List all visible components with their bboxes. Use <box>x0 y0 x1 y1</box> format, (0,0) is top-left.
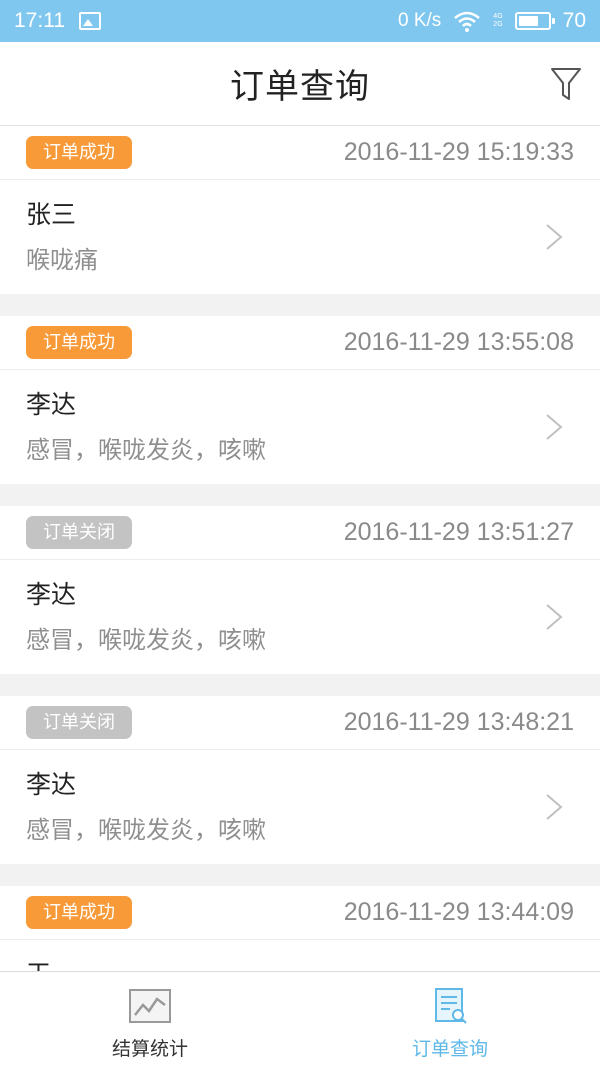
signal-icon: 4G 2G <box>493 13 502 29</box>
order-status-badge: 订单关闭 <box>26 706 132 739</box>
order-card-body[interactable]: 张三 喉咙痛 <box>0 180 600 294</box>
tab-label: 订单查询 <box>411 1038 488 1060</box>
order-card: 订单成功 2016-11-29 13:44:09 王 <box>0 886 600 971</box>
order-card-header: 订单成功 2016-11-29 13:44:09 <box>0 886 600 940</box>
page-title: 订单查询 <box>230 67 370 107</box>
order-card: 订单关闭 2016-11-29 13:51:27 李达 感冒，喉咙发炎，咳嗽 <box>0 506 600 674</box>
customer-name: 李达 <box>26 770 77 799</box>
order-card-body[interactable]: 李达 感冒，喉咙发炎，咳嗽 <box>0 750 600 864</box>
customer-name: 王 <box>26 958 574 971</box>
order-time: 2016-11-29 13:44:09 <box>343 898 574 926</box>
network-type-top: 4G <box>493 13 503 20</box>
chart-icon <box>129 989 171 1023</box>
order-card-body[interactable]: 李达 感冒，喉咙发炎，咳嗽 <box>0 370 600 484</box>
tab-label: 结算统计 <box>111 1038 188 1060</box>
chevron-right-icon <box>546 414 563 440</box>
order-symptoms: 感冒，喉咙发炎，咳嗽 <box>26 626 266 654</box>
status-time: 17:11 <box>14 9 65 32</box>
tab-order-query[interactable]: 订单查询 <box>300 972 600 1067</box>
order-card-body[interactable]: 李达 感冒，喉咙发炎，咳嗽 <box>0 560 600 674</box>
app-header: 订单查询 <box>0 42 600 126</box>
order-card-header: 订单成功 2016-11-29 15:19:33 <box>0 126 600 180</box>
order-status-badge: 订单成功 <box>26 136 132 169</box>
chevron-right-icon <box>546 224 563 250</box>
chevron-right-icon <box>546 794 563 820</box>
image-notification-icon <box>79 12 101 30</box>
battery-percent: 70 <box>562 9 586 32</box>
chevron-right-icon <box>546 604 563 630</box>
order-time: 2016-11-29 15:19:33 <box>343 138 574 166</box>
order-symptoms: 感冒，喉咙发炎，咳嗽 <box>26 816 266 844</box>
document-search-icon <box>435 988 467 1024</box>
order-card-header: 订单关闭 2016-11-29 13:48:21 <box>0 696 600 750</box>
order-time: 2016-11-29 13:51:27 <box>343 518 574 546</box>
network-speed: 0 K/s <box>397 10 442 31</box>
order-card-header: 订单关闭 2016-11-29 13:51:27 <box>0 506 600 560</box>
bottom-tab-bar: 结算统计 订单查询 <box>0 971 600 1067</box>
battery-icon <box>514 12 555 30</box>
order-card-body[interactable]: 王 <box>0 940 600 971</box>
order-card-header: 订单成功 2016-11-29 13:55:08 <box>0 316 600 370</box>
customer-name: 张三 <box>26 200 77 229</box>
customer-name: 李达 <box>26 580 77 609</box>
order-time: 2016-11-29 13:48:21 <box>343 708 574 736</box>
wifi-icon <box>454 11 481 32</box>
order-card: 订单成功 2016-11-29 15:19:33 张三 喉咙痛 <box>0 126 600 294</box>
customer-name: 李达 <box>26 390 77 419</box>
tab-settlement-stats[interactable]: 结算统计 <box>0 972 300 1067</box>
order-card: 订单关闭 2016-11-29 13:48:21 李达 感冒，喉咙发炎，咳嗽 <box>0 696 600 864</box>
order-status-badge: 订单成功 <box>26 896 132 929</box>
order-list: 订单成功 2016-11-29 15:19:33 张三 喉咙痛 订单成功 201… <box>0 126 600 971</box>
order-status-badge: 订单成功 <box>26 326 132 359</box>
order-symptoms: 感冒，喉咙发炎，咳嗽 <box>26 436 266 464</box>
status-bar: 17:11 0 K/s 4G 2G 70 <box>0 0 600 42</box>
order-time: 2016-11-29 13:55:08 <box>343 328 574 356</box>
order-card: 订单成功 2016-11-29 13:55:08 李达 感冒，喉咙发炎，咳嗽 <box>0 316 600 484</box>
order-symptoms: 喉咙痛 <box>26 246 98 274</box>
filter-icon[interactable] <box>550 66 582 102</box>
network-type-bottom: 2G <box>493 21 503 28</box>
order-status-badge: 订单关闭 <box>26 516 132 549</box>
